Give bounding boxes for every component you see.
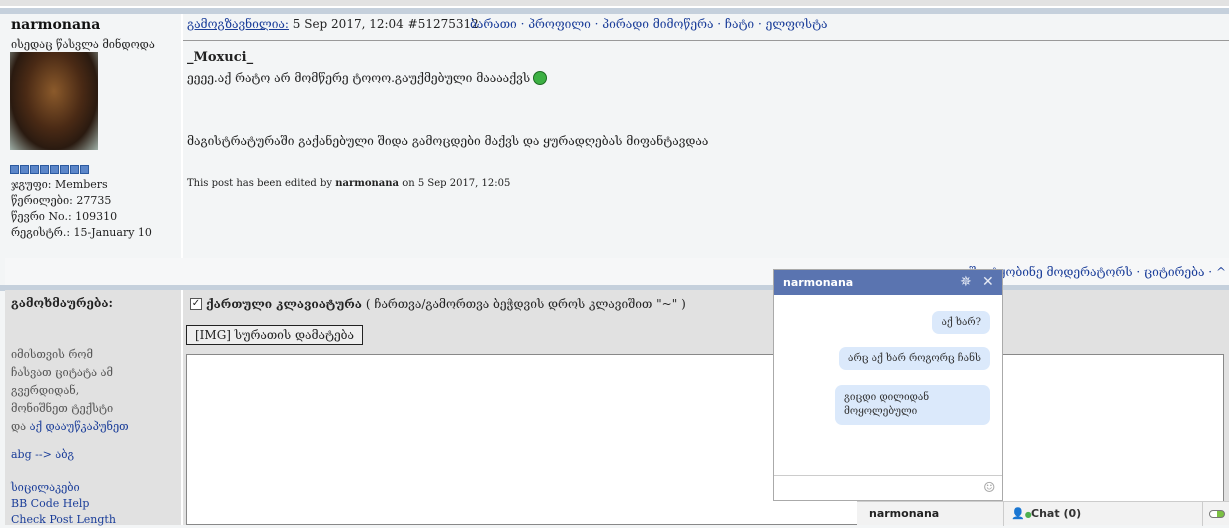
add-image-button[interactable]: [IMG] სურათის დამატება [186, 325, 364, 345]
post-header: გამოგზავნილია: 5 Sep 2017, 12:04 #512753… [187, 17, 479, 31]
separator [0, 8, 1229, 14]
chat-tab-user[interactable]: narmonana [869, 507, 939, 520]
post-date: 5 Sep 2017, 12:04 [292, 17, 404, 31]
author-member-no: წევრი No.: 109310 [11, 210, 118, 223]
chat-button[interactable]: Chat (0) [1031, 507, 1081, 520]
bbcode-help-link[interactable]: BB Code Help [11, 496, 116, 512]
edit-user: narmonana [335, 178, 399, 189]
author-info: ჯგუფი: Members წერილები: 27735 წევრი No.… [11, 177, 152, 241]
author-title: ისედაც წასვლა მინდოდა [11, 38, 155, 51]
reply-textarea[interactable] [186, 354, 1224, 525]
user-online-icon: 👤● [1011, 507, 1032, 520]
reply-label: გამოხმაურება: [11, 296, 113, 310]
author-group: ჯგუფი: Members [11, 178, 108, 191]
post-text: ეეეე.აქ რატო არ მომწერე ტოოო.გაუქმებული … [187, 71, 531, 85]
hint-link[interactable]: აქ დააუწკაპუნეთ [30, 420, 129, 433]
author-name[interactable]: narmonana [11, 17, 100, 33]
emoji-icon[interactable]: ☺ [983, 480, 996, 496]
help-links: სიცილაკები BB Code Help Check Post Lengt… [11, 480, 116, 528]
divider [183, 40, 1229, 41]
rank-pips [10, 165, 89, 174]
edit-prefix: This post has been edited by [187, 178, 333, 189]
chat-message: გიცდი დილიდან მოყოლებული [835, 385, 990, 425]
author-posts: წერილები: 27735 [11, 194, 112, 207]
post-line-1: ეეეე.აქ რატო არ მომწერე ტოოო.გაუქმებული … [187, 71, 548, 85]
settings-icon[interactable]: ✵ [960, 270, 972, 295]
post-footer-links[interactable]: შეატყობინე მოდერატორს · ციტირება · ^ [969, 265, 1226, 279]
quote-hint: იმისთვის რომ ჩასვათ ციტატა ამ გვერდიდან,… [11, 346, 131, 436]
chat-bar: narmonana 👤● Chat (0) [857, 501, 1229, 526]
post-line-2: მაგისტრატურაში გაქანებული შიდა გამოცდები… [187, 134, 709, 148]
edit-suffix: on 5 Sep 2017, 12:05 [402, 178, 511, 189]
chat-message: აქ ხარ? [932, 311, 990, 334]
chat-count: (0) [1063, 507, 1082, 520]
quoted-user: _Moxuci_ [187, 50, 254, 65]
chat-message: არც აქ ხარ როგორც ჩანს [839, 347, 990, 370]
post-link[interactable]: გამოგზავნილია: [187, 17, 289, 31]
keyboard-note: ( ჩართვა/გამორთვა ბეჭდვის დროს კლავიშით … [365, 297, 686, 311]
author-nav-links[interactable]: ბარათი · პროფილი · პირადი მიმოწერა · ჩატ… [470, 17, 828, 31]
chat-window: narmonana ✵ ✕ აქ ხარ? არც აქ ხარ როგორც … [773, 269, 1003, 501]
chat-input[interactable] [774, 475, 1002, 502]
chat-toggle[interactable] [1209, 510, 1225, 518]
close-icon[interactable]: ✕ [982, 270, 994, 295]
author-registered: რეგისტრ.: 15-January 10 [11, 226, 152, 239]
georgian-keyboard-toggle: ✓ ქართული კლავიატურა ( ჩართვა/გამორთვა ბ… [190, 297, 686, 311]
post-id[interactable]: #51275312 [408, 17, 479, 31]
avatar [10, 52, 98, 150]
keyboard-label: ქართული კლავიატურა [206, 297, 362, 311]
chat-label: Chat [1031, 507, 1060, 520]
smiley-icon [533, 71, 548, 85]
keyboard-checkbox[interactable]: ✓ [190, 298, 202, 310]
smilies-link[interactable]: სიცილაკები [11, 480, 116, 496]
top-bar [0, 0, 1229, 8]
check-length-link[interactable]: Check Post Length [11, 512, 116, 528]
edit-note: This post has been edited by narmonana o… [187, 178, 510, 189]
translit-link[interactable]: abg --> აბგ [11, 448, 74, 461]
